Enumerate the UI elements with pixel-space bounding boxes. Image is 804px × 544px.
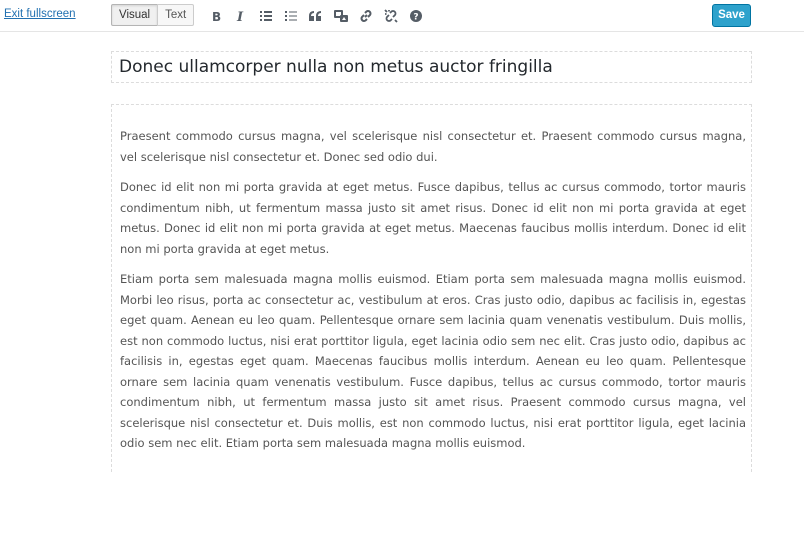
- remove-link-icon[interactable]: [378, 5, 403, 27]
- svg-text:B: B: [212, 10, 221, 22]
- save-button[interactable]: Save: [712, 4, 751, 27]
- editor-mode-switch: Visual Text: [111, 4, 195, 26]
- svg-text:I: I: [236, 10, 244, 22]
- exit-fullscreen-link[interactable]: Exit fullscreen: [4, 8, 76, 20]
- insert-media-icon[interactable]: [328, 5, 353, 27]
- bold-icon[interactable]: B: [203, 5, 228, 27]
- tab-text[interactable]: Text: [157, 4, 195, 26]
- italic-icon[interactable]: I: [228, 5, 253, 27]
- svg-text:?: ?: [413, 13, 418, 23]
- content-paragraph-2: Donec id elit non mi porta gravida at eg…: [120, 180, 746, 256]
- help-icon[interactable]: ?: [403, 5, 428, 27]
- tab-visual[interactable]: Visual: [111, 4, 159, 26]
- numbered-list-icon[interactable]: [278, 5, 303, 27]
- insert-link-icon[interactable]: [353, 5, 378, 27]
- fullscreen-toolbar: Exit fullscreen Visual Text B I ? Save: [0, 0, 804, 32]
- bulleted-list-icon[interactable]: [253, 5, 278, 27]
- formatting-toolbar: B I ?: [203, 5, 428, 27]
- content-paragraph-3: Etiam porta sem malesuada magna mollis e…: [120, 272, 746, 450]
- content-paragraph-1: Praesent commodo cursus magna, vel scele…: [120, 129, 746, 164]
- blockquote-icon[interactable]: [303, 5, 328, 27]
- post-title-field[interactable]: Donec ullamcorper nulla non metus auctor…: [111, 51, 752, 83]
- post-content-editor[interactable]: Praesent commodo cursus magna, vel scele…: [111, 104, 752, 472]
- post-title: Donec ullamcorper nulla non metus auctor…: [119, 57, 553, 77]
- post-content-body: Praesent commodo cursus magna, vel scele…: [120, 126, 746, 464]
